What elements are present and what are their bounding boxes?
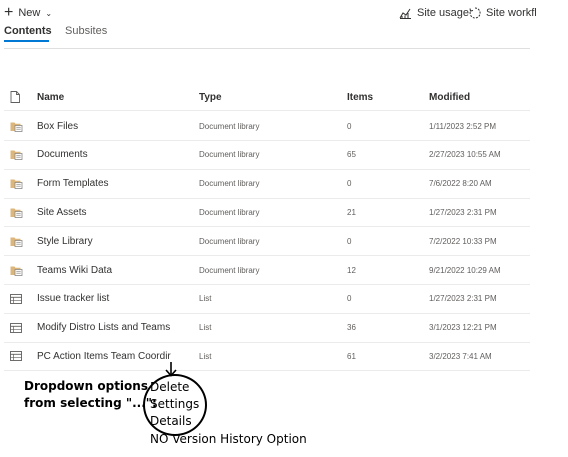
site-workflows-label: Site workfl	[486, 7, 537, 19]
table-row[interactable]: Style Library Document library 0 7/2/2022 1…	[4, 227, 530, 257]
row-type: Document library	[199, 179, 260, 189]
library-icon	[10, 170, 26, 198]
dropdown-option-delete[interactable]: Delete	[150, 380, 189, 394]
site-usage-button[interactable]: Site usage	[399, 5, 469, 21]
row-name-cell: Form Templates	[37, 170, 197, 198]
library-icon	[10, 256, 26, 284]
row-name-link[interactable]: Issue tracker list	[37, 293, 109, 304]
row-modified: 7/2/2022 10:33 PM	[429, 236, 497, 246]
row-modified: 7/6/2022 8:20 AM	[429, 179, 492, 189]
list-icon	[10, 285, 26, 313]
row-name-cell: Modify Distro Lists and Teams	[37, 314, 197, 342]
column-header-items[interactable]: Items	[347, 84, 417, 110]
row-name-cell: Teams Wiki Data	[37, 256, 197, 284]
row-name-link[interactable]: Documents	[37, 149, 88, 160]
library-icon	[10, 141, 26, 169]
row-type: Document library	[199, 236, 260, 246]
annotation-note: NO Version History Option	[150, 432, 307, 446]
row-items: 61	[347, 351, 356, 361]
annotation-label: Dropdown options from selecting "...":	[24, 378, 157, 412]
list-icon	[10, 314, 26, 342]
table-row[interactable]: Teams Wiki Data Document library 12 9/21/20…	[4, 256, 530, 285]
table-header: Name Type Items Modified	[4, 84, 530, 111]
library-icon	[10, 112, 26, 140]
row-modified: 1/11/2023 2:52 PM	[429, 121, 497, 131]
list-icon	[10, 342, 26, 370]
row-type: Document library	[199, 121, 260, 131]
table-row[interactable]: Box Files Document library 0 1/11/2023 2:52…	[4, 112, 530, 141]
column-header-type[interactable]: Type	[199, 84, 339, 110]
row-name-link[interactable]: Site Assets	[37, 207, 86, 218]
table-row[interactable]: Modify Distro Lists and Teams List 36 3/1/2…	[4, 314, 530, 343]
row-name-cell: Documents	[37, 141, 197, 169]
dropdown-option-details[interactable]: Details	[150, 414, 192, 428]
command-bar: + New ⌄ Site usage Site workfl	[0, 0, 568, 26]
row-name-link[interactable]: Form Templates	[37, 178, 109, 189]
chart-icon	[399, 8, 411, 19]
row-name-cell: Style Library	[37, 227, 197, 255]
annotation-label-line2: from selecting "...":	[24, 396, 157, 410]
row-items: 0	[347, 121, 352, 131]
row-type: Document library	[199, 265, 260, 275]
selected-tab-indicator	[4, 40, 49, 42]
tab-contents[interactable]: Contents	[4, 25, 52, 37]
row-name-cell: Box Files	[37, 112, 197, 140]
row-items: 0	[347, 294, 352, 304]
column-header-name[interactable]: Name	[37, 84, 197, 110]
row-name-link[interactable]: Teams Wiki Data	[37, 265, 112, 276]
row-items: 12	[347, 265, 356, 275]
row-items: 65	[347, 150, 356, 160]
row-modified: 9/21/2022 10:29 AM	[429, 265, 501, 275]
row-type: List	[199, 294, 212, 304]
annotation-label-line1: Dropdown options	[24, 379, 148, 393]
row-type: List	[199, 323, 212, 333]
column-header-modified[interactable]: Modified	[429, 84, 529, 110]
row-name-cell: Issue tracker list	[37, 285, 197, 313]
table-row[interactable]: Issue tracker list List 0 1/27/2023 2:31 PM	[4, 285, 530, 314]
plus-icon: +	[4, 4, 14, 21]
row-name-link[interactable]: Style Library	[37, 236, 93, 247]
table-row[interactable]: Documents Document library 65 2/27/2023 10:…	[4, 141, 530, 170]
row-items: 21	[347, 207, 356, 217]
row-modified: 3/1/2023 12:21 PM	[429, 323, 497, 333]
row-type: Document library	[199, 207, 260, 217]
tab-divider	[4, 48, 530, 49]
workflow-icon	[469, 7, 481, 19]
library-icon	[10, 227, 26, 255]
row-type: List	[199, 351, 212, 361]
row-name-link[interactable]: Modify Distro Lists and Teams	[37, 322, 170, 333]
row-items: 0	[347, 179, 352, 189]
row-items: 36	[347, 323, 356, 333]
table-row[interactable]: PC Action Items Team Coordir⋮List613/2/2…	[4, 342, 530, 372]
library-icon	[10, 198, 26, 226]
row-type: Document library	[199, 150, 260, 160]
site-usage-label: Site usage	[417, 7, 469, 19]
row-modified: 1/27/2023 2:31 PM	[429, 294, 497, 304]
row-name-link[interactable]: PC Action Items Team Coordir	[37, 351, 171, 362]
file-type-header-icon[interactable]	[10, 84, 26, 110]
table-row[interactable]: Site Assets Document library 21 1/27/2023 2…	[4, 198, 530, 228]
row-modified: 2/27/2023 10:55 AM	[429, 150, 501, 160]
site-workflows-button[interactable]: Site workfl	[469, 5, 568, 21]
dropdown-option-settings[interactable]: Settings	[150, 397, 199, 411]
chevron-down-icon: ⌄	[45, 8, 53, 18]
table-row[interactable]: Form Templates Document library 0 7/6/2022 …	[4, 170, 530, 199]
row-name-link[interactable]: Box Files	[37, 121, 78, 132]
tab-subsites[interactable]: Subsites	[65, 25, 107, 37]
row-modified: 1/27/2023 2:31 PM	[429, 207, 497, 217]
row-name-cell: Site Assets	[37, 198, 197, 226]
row-modified: 3/2/2023 7:41 AM	[429, 351, 492, 361]
row-items: 0	[347, 236, 352, 246]
new-button[interactable]: + New ⌄	[4, 5, 52, 21]
new-button-label: New	[18, 7, 41, 19]
